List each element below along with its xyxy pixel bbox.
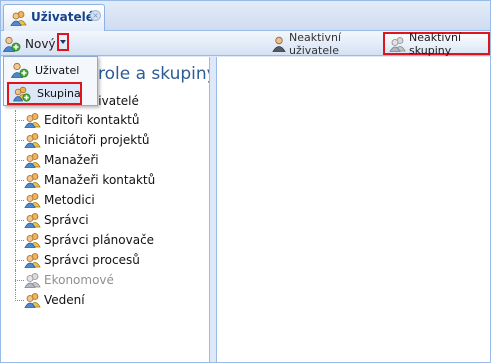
group-icon	[24, 212, 42, 228]
tree-item[interactable]: Správci	[1, 210, 209, 230]
group-icon	[24, 132, 42, 148]
chevron-down-icon	[60, 40, 66, 44]
menu-item-group[interactable]: Skupina	[7, 82, 82, 105]
tree-item[interactable]: Manažeři	[1, 150, 209, 170]
new-dropdown-menu: Uživatel Skupina	[3, 56, 98, 106]
panel-heading: role a skupiny	[98, 64, 210, 84]
group-icon	[24, 292, 42, 308]
group-icon	[24, 112, 42, 128]
tree-item-label: Vedení	[44, 293, 85, 307]
detail-panel	[216, 57, 490, 362]
tree-item-label: Správci plánovače	[44, 233, 155, 247]
tab-users[interactable]: Uživatelé ×	[3, 4, 105, 31]
group-inactive-icon	[389, 36, 406, 52]
close-icon[interactable]: ×	[90, 10, 101, 21]
menu-item-user-label: Uživatel	[35, 63, 80, 77]
group-inactive-icon	[24, 272, 42, 288]
menu-item-user[interactable]: Uživatel	[6, 59, 96, 81]
tree-item-label: Správci	[44, 213, 89, 227]
tree-item-label: Iniciátoři projektů	[44, 133, 150, 147]
group-icon	[24, 192, 42, 208]
tree-item-label: Manažeři kontaktů	[44, 173, 156, 187]
group-icon	[24, 232, 42, 248]
tree-item[interactable]: Správci plánovače	[1, 230, 209, 250]
tree-item[interactable]: Iniciátoři projektů	[1, 130, 209, 150]
users-window: Uživatelé × Nový Neaktivní uživatele Nea…	[0, 0, 491, 363]
tree-item[interactable]: Správci procesů	[1, 250, 209, 270]
user-inactive-icon	[272, 36, 286, 52]
tree-item[interactable]: Metodici	[1, 190, 209, 210]
group-icon	[24, 152, 42, 168]
inactive-users-label: Neaktivní uživatele	[289, 30, 342, 57]
group-icon	[24, 252, 42, 268]
inactive-groups-label: Neaktivní skupiny	[409, 30, 462, 57]
tree-item-label: Ekonomové	[44, 273, 114, 287]
new-dropdown-arrow[interactable]	[57, 33, 69, 51]
tab-strip: Uživatelé ×	[1, 1, 490, 31]
user-add-icon	[11, 62, 29, 78]
menu-item-group-label: Skupina	[37, 87, 81, 100]
tree-item[interactable]: Manažeři kontaktů	[1, 170, 209, 190]
tree-item[interactable]: Editoři kontaktů	[1, 110, 209, 130]
tree-root-label: živatelé	[92, 94, 139, 108]
tree-item[interactable]: Vedení	[1, 290, 209, 310]
tree-item-label: Metodici	[44, 193, 95, 207]
inactive-groups-button[interactable]: Neaktivní skupiny	[383, 30, 490, 57]
inactive-users-button[interactable]: Neaktivní uživatele	[272, 30, 380, 57]
new-button[interactable]: Nový	[3, 33, 56, 54]
tree-item-label: Správci procesů	[44, 253, 140, 267]
tree-item-label: Manažeři	[44, 153, 99, 167]
tree-item-label: Editoři kontaktů	[44, 113, 140, 127]
tab-title: Uživatelé	[31, 10, 94, 24]
users-icon	[10, 10, 27, 26]
group-add-icon	[13, 86, 31, 102]
new-button-label: Nový	[25, 36, 56, 51]
tree-item[interactable]: Ekonomové	[1, 270, 209, 290]
toolbar: Nový Neaktivní uživatele Neaktivní skupi…	[1, 30, 490, 57]
group-icon	[24, 172, 42, 188]
user-add-icon	[3, 36, 21, 52]
